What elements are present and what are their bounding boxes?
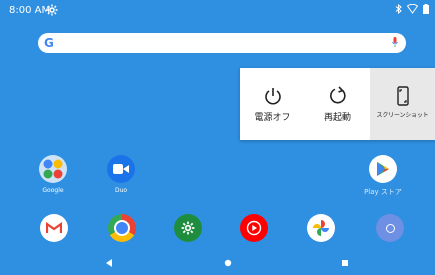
status-time: 8:00 AM	[9, 5, 51, 16]
power-menu: 電源オフ 再起動 スクリーンショット	[240, 68, 435, 140]
photos-app[interactable]	[307, 214, 335, 242]
gear-icon	[46, 4, 58, 16]
power-off-label: 電源オフ	[254, 113, 291, 123]
google-folder[interactable]: Google	[31, 155, 75, 194]
mic-icon[interactable]	[392, 37, 398, 47]
photos-pinwheel-icon	[313, 220, 329, 236]
play-store-icon	[369, 155, 397, 183]
battery-icon	[423, 4, 429, 14]
duo-label: Duo	[114, 187, 128, 194]
settings-gear-icon	[181, 221, 195, 235]
google-g-logo: G	[44, 36, 54, 50]
status-bar: 8:00 AM	[0, 0, 435, 22]
screenshot-button[interactable]: スクリーンショット	[370, 68, 435, 140]
play-store-label: Play ストア	[364, 188, 402, 196]
wifi-icon	[407, 4, 418, 14]
gmail-icon	[46, 222, 62, 233]
google-search-bar[interactable]: G	[38, 33, 406, 53]
chrome-icon	[114, 220, 130, 236]
chrome-app[interactable]	[108, 214, 136, 242]
power-off-button[interactable]: 電源オフ	[240, 68, 305, 140]
restart-label: 再起動	[323, 113, 351, 123]
restart-button[interactable]: 再起動	[305, 68, 370, 140]
recents-icon[interactable]	[341, 259, 349, 267]
circle-icon	[385, 223, 395, 233]
settings-app[interactable]	[174, 214, 202, 242]
navigation-bar	[0, 252, 435, 275]
screenshot-label: スクリーンショット	[376, 112, 429, 119]
google-folder-icon	[39, 155, 67, 183]
duo-icon	[107, 155, 135, 183]
duo-app[interactable]: Duo	[99, 155, 143, 194]
gmail-app[interactable]	[40, 214, 68, 242]
play-store-app[interactable]: Play ストア	[359, 155, 407, 197]
circle-app[interactable]	[376, 214, 404, 242]
home-icon[interactable]	[224, 259, 232, 267]
google-folder-label: Google	[42, 187, 64, 194]
youtube-music-icon	[246, 220, 262, 236]
youtube-music-app[interactable]	[240, 214, 268, 242]
bluetooth-icon	[395, 4, 402, 14]
restart-icon	[329, 86, 346, 104]
status-icons	[395, 4, 429, 14]
screenshot-icon	[396, 86, 409, 106]
back-icon[interactable]	[105, 259, 113, 267]
power-icon	[264, 88, 281, 105]
